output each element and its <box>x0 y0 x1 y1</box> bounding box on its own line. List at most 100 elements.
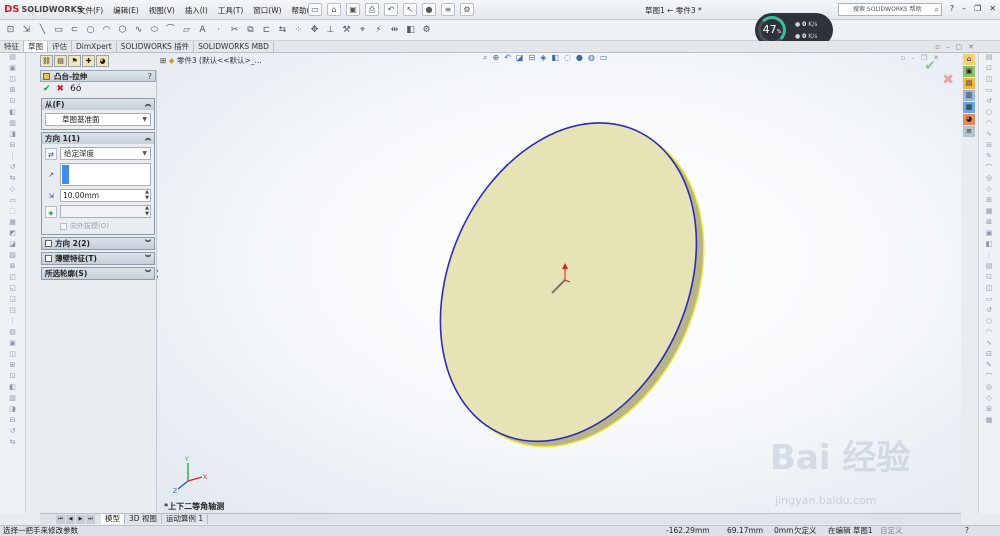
tool-icon[interactable]: ⊡ <box>979 64 999 75</box>
tool-icon[interactable]: ▭ <box>2 196 24 207</box>
selected-contours-header[interactable]: 所选轮廓(S) ︾ <box>42 268 154 279</box>
tool-icon[interactable]: ◠ <box>979 328 999 339</box>
direction-selection-box[interactable] <box>60 163 151 186</box>
from-start-condition-select[interactable]: 草图基准面 ▼ <box>45 113 151 126</box>
tool-icon[interactable]: ⊟ <box>2 416 24 427</box>
spin-arrows-icon[interactable]: ▲ ▼ <box>145 189 149 201</box>
tool-icon[interactable]: ◇ <box>979 394 999 405</box>
restore-icon[interactable]: ❐ <box>974 4 981 13</box>
tool-icon[interactable]: ▤ <box>2 328 24 339</box>
from-group-header[interactable]: 从(F) ︽ <box>42 99 154 110</box>
select-icon[interactable]: ↖ <box>403 3 417 16</box>
draft-on-off-icon[interactable]: ◈ <box>45 205 57 218</box>
tool-icon[interactable]: ◫ <box>2 350 24 361</box>
ok-check-icon[interactable]: ✔ <box>43 84 51 94</box>
undo-icon[interactable]: ↶ <box>384 3 398 16</box>
tool-icon[interactable]: ⋮ <box>2 317 24 328</box>
end-condition-select[interactable]: 给定深度 ▼ <box>60 147 151 160</box>
help-search-input[interactable]: 搜索 SOLIDWORKS 帮助 ⌕ <box>838 3 942 16</box>
tool-icon[interactable]: ◎ <box>979 383 999 394</box>
open-folder-icon[interactable]: ⌂ <box>327 3 341 16</box>
point-icon[interactable]: · <box>212 24 225 37</box>
print-icon[interactable]: ⎙ <box>365 3 379 16</box>
tool-icon[interactable]: ↺ <box>2 163 24 174</box>
trim-icon[interactable]: ✂ <box>228 24 241 37</box>
solidworks-logo[interactable]: DS SOLIDWORKS <box>4 4 83 15</box>
prev-tab-icon[interactable]: ◀ <box>66 515 75 524</box>
expand-chevron-icon[interactable]: ︾ <box>145 253 151 264</box>
tool-icon[interactable]: ○ <box>979 317 999 328</box>
tool-icon[interactable]: ▦ <box>2 218 24 229</box>
tool-icon[interactable]: ⊟ <box>2 141 24 152</box>
help-icon[interactable]: ? <box>148 71 152 83</box>
fillet-icon[interactable]: ⌒ <box>164 24 177 37</box>
resources-icon[interactable]: ▣ <box>963 66 975 77</box>
tool-icon[interactable]: ◰ <box>2 273 24 284</box>
text-icon[interactable]: A <box>196 24 209 37</box>
tool-icon[interactable]: ◫ <box>979 284 999 295</box>
tool-icon[interactable]: ↺ <box>979 306 999 317</box>
minimize-icon[interactable]: – <box>962 4 966 13</box>
tool-icon[interactable]: ↺ <box>979 97 999 108</box>
tab-evaluate[interactable]: 评估 <box>48 41 72 52</box>
file-properties-icon[interactable]: ≡ <box>441 3 455 16</box>
tool-icon[interactable]: ◠ <box>979 119 999 130</box>
menu-window[interactable]: 窗口(W) <box>253 5 281 16</box>
tool-icon[interactable]: ◱ <box>2 284 24 295</box>
tool-icon[interactable]: ◲ <box>2 295 24 306</box>
tool-icon[interactable]: ▥ <box>2 119 24 130</box>
plane-icon[interactable]: ▱ <box>180 24 193 37</box>
menu-tools[interactable]: 工具(T) <box>218 5 243 16</box>
direction1-header[interactable]: 方向 1(1) ︽ <box>42 133 154 144</box>
menu-file[interactable]: 文件(F) <box>78 5 103 16</box>
tab-model[interactable]: 模型 <box>101 514 125 524</box>
direction2-checkbox[interactable] <box>45 240 52 247</box>
depth-input[interactable]: 10.00mm ▲ ▼ <box>60 189 151 202</box>
last-tab-icon[interactable]: ⏭ <box>86 515 95 524</box>
close-icon[interactable]: ✕ <box>989 4 996 13</box>
smart-dimension-icon[interactable]: ⇲ <box>20 24 33 37</box>
tool-icon[interactable]: ◫ <box>979 75 999 86</box>
tool-icon[interactable]: ∿ <box>979 339 999 350</box>
tool-icon[interactable]: ◧ <box>2 108 24 119</box>
tool-icon[interactable]: ○ <box>979 108 999 119</box>
tool-icon[interactable]: ∿ <box>979 130 999 141</box>
tool-icon[interactable]: ⋮ <box>2 152 24 163</box>
custom-properties-icon[interactable]: ≡ <box>963 126 975 137</box>
circle-icon[interactable]: ○ <box>84 24 97 37</box>
tool-icon[interactable]: ◨ <box>2 405 24 416</box>
view-palette-icon[interactable]: ▦ <box>963 102 975 113</box>
tool-icon[interactable]: ▣ <box>2 339 24 350</box>
tool-icon[interactable]: ⊞ <box>979 405 999 416</box>
tab-mbd[interactable]: SOLIDWORKS MBD <box>194 41 274 52</box>
sketch-icon[interactable]: ⊡ <box>4 24 17 37</box>
tab-features[interactable]: 特征 <box>0 41 24 52</box>
thin-feature-header[interactable]: 薄壁特征(T) ︾ <box>42 253 154 264</box>
tool-icon[interactable]: ⊠ <box>979 218 999 229</box>
sketch-options-icon[interactable]: ⚙ <box>420 24 433 37</box>
cancel-x-icon[interactable]: ✖ <box>57 84 65 94</box>
tool-icon[interactable]: ◇ <box>979 185 999 196</box>
appearances-icon[interactable]: ◕ <box>963 114 975 125</box>
tool-icon[interactable]: ⊟ <box>979 350 999 361</box>
new-document-icon[interactable]: ▭ <box>308 3 322 16</box>
collapse-chevron-icon[interactable]: ︽ <box>145 99 151 110</box>
menu-edit[interactable]: 编辑(E) <box>113 5 139 16</box>
tool-icon[interactable]: ▥ <box>2 394 24 405</box>
tool-icon[interactable]: ⊞ <box>979 196 999 207</box>
rebuild-icon[interactable]: ● <box>422 3 436 16</box>
status-help-icon[interactable]: ? <box>965 526 969 536</box>
tool-icon[interactable]: ⇆ <box>2 438 24 449</box>
tool-icon[interactable]: ◎ <box>979 174 999 185</box>
polygon-icon[interactable]: ⬡ <box>116 24 129 37</box>
tool-icon[interactable]: ▤ <box>979 262 999 273</box>
collapse-chevron-icon[interactable]: ︽ <box>145 133 151 144</box>
help-question-icon[interactable]: ? <box>950 4 954 13</box>
ellipse-icon[interactable]: ⬭ <box>148 24 161 37</box>
minimize-doc-icon[interactable]: – <box>946 43 950 51</box>
menu-insert[interactable]: 插入(I) <box>185 5 208 16</box>
tile-icon[interactable]: ▫ <box>935 43 940 51</box>
reverse-direction-icon[interactable]: ⇄ <box>45 147 57 160</box>
save-icon[interactable]: ▣ <box>346 3 360 16</box>
detailed-preview-icon[interactable]: 6ó <box>70 84 81 94</box>
